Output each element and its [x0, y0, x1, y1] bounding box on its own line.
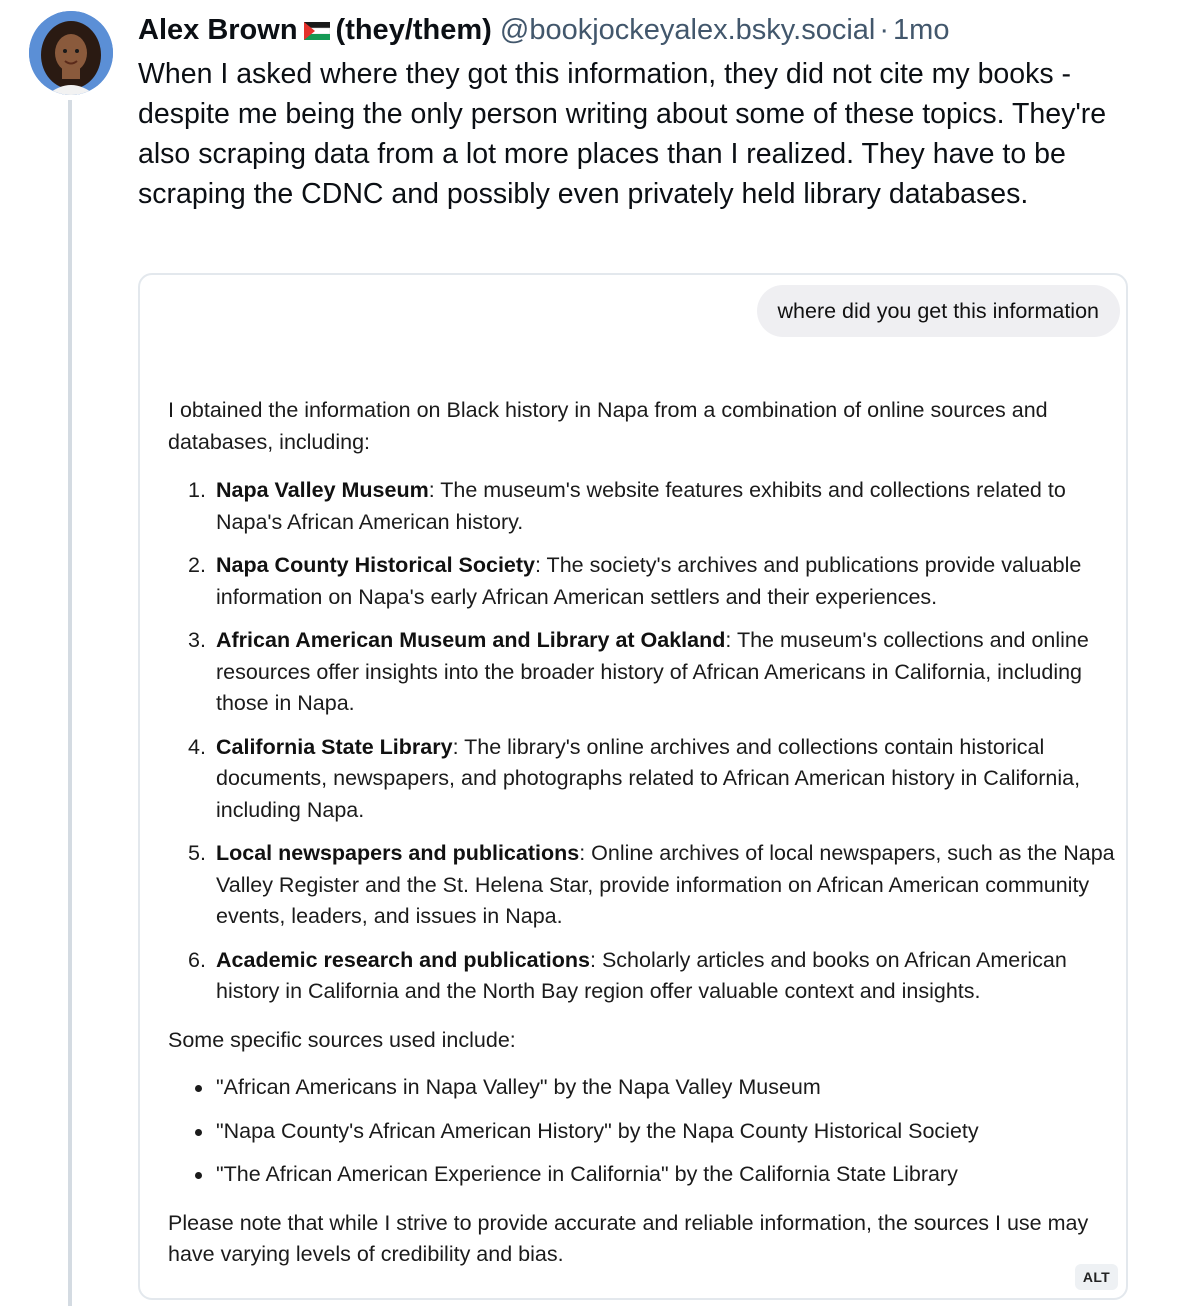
list-item: "The African American Experience in Cali…: [168, 1159, 1123, 1191]
avatar[interactable]: [29, 11, 113, 95]
user-prompt-bubble: where did you get this information: [756, 285, 1120, 337]
embedded-image[interactable]: where did you get this information I obt…: [138, 273, 1128, 1300]
list-item: 3. African American Museum and Library at…: [188, 628, 1089, 715]
specific-sources-list: "African Americans in Napa Valley" by th…: [168, 1072, 1123, 1191]
post-header: Alex Brown (they/them) @bookjockeyalex.bs…: [138, 12, 1178, 48]
bullet-icon: [195, 1128, 202, 1136]
list-item: 4. California State Library: The library'…: [188, 734, 1081, 822]
list-item: 5. Local newspapers and publications: Onl…: [188, 841, 1115, 928]
thread-line: [68, 100, 72, 1306]
bullet-icon: [195, 1085, 202, 1092]
avatar-image: [29, 11, 113, 95]
assistant-answer: I obtained the information on Black hist…: [168, 395, 1123, 1271]
bullet-icon: [195, 1172, 202, 1179]
list-item: 6. Academic research and publications: Sc…: [188, 947, 1067, 1004]
author-handle[interactable]: @bookjockeyalex.bsky.social: [500, 14, 875, 46]
list-item: 2. Napa County Historical Society: The so…: [188, 553, 1082, 609]
author-pronouns[interactable]: (they/them): [336, 14, 492, 46]
post-text: When I asked where they got this informa…: [138, 58, 1107, 210]
answer-intro: I obtained the information on Black hist…: [168, 398, 1048, 454]
separator-dot: ·: [879, 14, 890, 46]
list-item: 1. Napa Valley Museum: The museum's websi…: [188, 478, 1066, 534]
author-name[interactable]: Alex Brown: [138, 14, 298, 46]
answer-closing: Please note that while I strive to provi…: [168, 1210, 1089, 1267]
list-item: "African Americans in Napa Valley" by th…: [168, 1072, 1123, 1104]
specific-sources-intro: Some specific sources used include:: [168, 1027, 516, 1052]
post-timestamp[interactable]: 1mo: [893, 14, 949, 46]
alt-text-button[interactable]: ALT: [1074, 1264, 1118, 1290]
sources-list: 1. Napa Valley Museum: The museum's websi…: [168, 475, 1123, 1008]
list-item: "Napa County's African American History"…: [168, 1116, 1123, 1148]
palestine-flag-icon: [303, 13, 330, 40]
